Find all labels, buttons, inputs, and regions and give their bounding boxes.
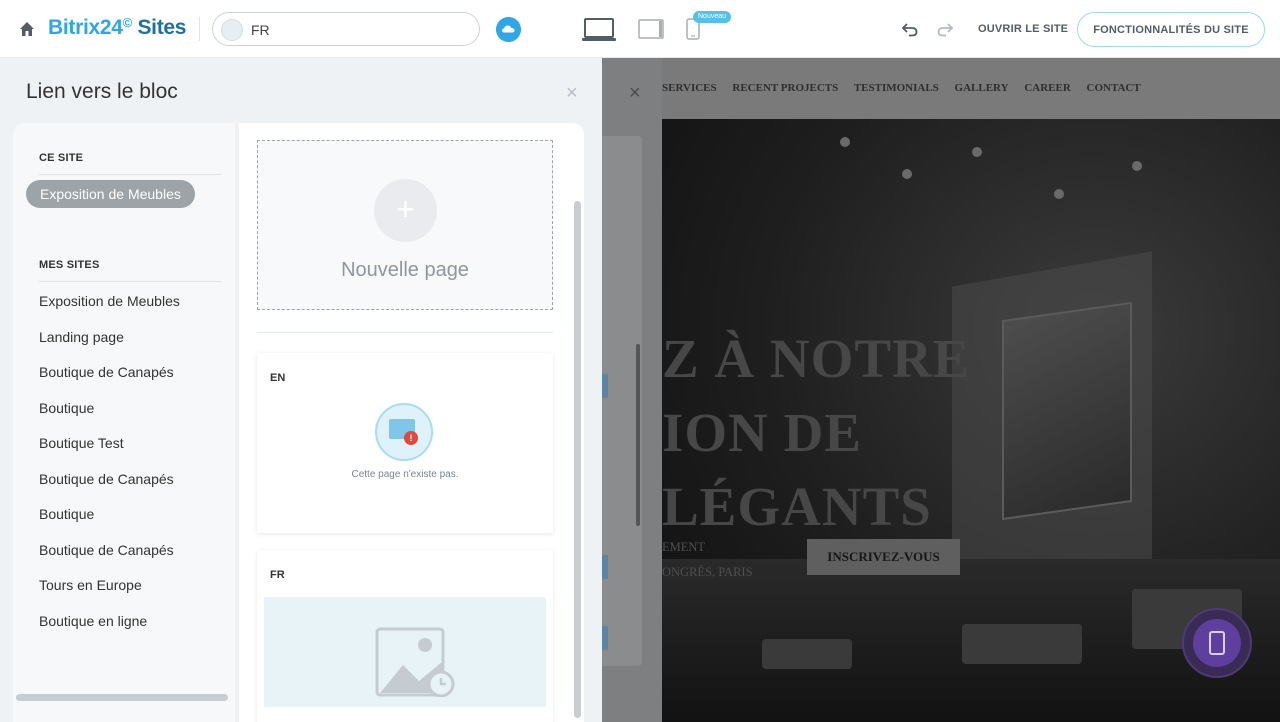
dimmed-scrollbar [636, 344, 640, 526]
ceiling-light [972, 147, 982, 157]
page-code: FR [270, 569, 285, 581]
open-site-link[interactable]: OUVRIR LE SITE [978, 23, 1068, 35]
dimmed-field-marker [602, 555, 608, 579]
hero-title-line: LÉGANTS [662, 476, 932, 537]
site-list-item[interactable]: Boutique de Canapés [39, 471, 174, 487]
mobile-phone-icon [1209, 631, 1225, 655]
site-selector-value: FR [251, 22, 270, 38]
my-sites-heading: MES SITES [39, 259, 100, 271]
warning-icon: ! [404, 431, 418, 445]
site-list-item[interactable]: Boutique de Canapés [39, 542, 174, 558]
nav-testimonials: TESTIMONIALS [853, 82, 939, 94]
sites-sidebar: CE SITE Exposition de Meubles MES SITES … [13, 123, 235, 722]
website-preview: SERVICES RECENT PROJECTS TESTIMONIALS GA… [662, 58, 1280, 722]
site-preview-area: × SERVICES RECENT PROJECTS TESTIMONIALS … [602, 58, 1280, 722]
ceiling-light [1054, 189, 1064, 199]
nav-gallery: GALLERY [954, 82, 1009, 94]
site-nav: SERVICES RECENT PROJECTS TESTIMONIALS GA… [662, 58, 1280, 119]
hero-title-line: Z À NOTRE [662, 328, 971, 389]
pages-list: + Nouvelle page EN ! Cette page n'existe… [239, 123, 584, 722]
ceiling-light [1132, 161, 1142, 171]
mobile-preview-button[interactable] [1182, 608, 1252, 678]
laptop-icon[interactable] [582, 18, 616, 42]
dimmed-close-icon: × [629, 82, 641, 104]
logo-suffix: Sites [137, 16, 187, 39]
ceiling-light [840, 137, 850, 147]
site-selector[interactable]: FR [212, 12, 480, 46]
cloud-icon[interactable] [496, 17, 521, 42]
nav-services: SERVICES [662, 82, 717, 94]
this-site-heading: CE SITE [39, 152, 84, 164]
undo-icon[interactable] [901, 20, 919, 38]
home-icon[interactable] [18, 20, 36, 38]
redo-icon[interactable] [936, 20, 954, 38]
panel-title: Lien vers le bloc [26, 80, 178, 103]
tablet-icon[interactable] [638, 19, 664, 39]
mobile-preview-inner [1193, 619, 1241, 667]
divider [39, 174, 221, 175]
vertical-scrollbar[interactable] [574, 201, 581, 718]
site-features-button[interactable]: FONCTIONNALITÉS DU SITE [1077, 12, 1265, 47]
nav-recent-projects: RECENT PROJECTS [732, 82, 839, 94]
hero-subtitle: EMENT ONGRÈS, PARIS [662, 535, 753, 585]
site-list-item[interactable]: Boutique [39, 400, 94, 416]
top-bar: Bitrix24© Sites FR Nouveau OUVRIR LE SIT… [0, 0, 1280, 58]
site-list-item[interactable]: Boutique de Canapés [39, 364, 174, 380]
this-site-item[interactable]: Exposition de Meubles [26, 180, 195, 208]
hero-subtitle-line: ONGRÈS, PARIS [662, 565, 753, 579]
nav-contact: CONTACT [1086, 82, 1141, 94]
logo-mark: © [122, 15, 133, 30]
dimmed-field-marker [602, 374, 608, 398]
page-not-found-text: Cette page n'existe pas. [351, 469, 459, 480]
close-icon[interactable]: × [566, 82, 578, 105]
site-list-item[interactable]: Landing page [39, 329, 124, 345]
bitrix24-logo[interactable]: Bitrix24© Sites [48, 15, 187, 40]
page-not-found-icon: ! [375, 403, 433, 461]
horizontal-scrollbar[interactable] [16, 694, 228, 701]
site-list-item[interactable]: Tours en Europe [39, 577, 142, 593]
site-list-item[interactable]: Boutique en ligne [39, 613, 147, 629]
dimmed-field-marker [602, 626, 608, 650]
site-list-item[interactable]: Boutique [39, 506, 94, 522]
new-page-card[interactable]: + Nouvelle page [257, 140, 553, 310]
wall-painting [1002, 301, 1132, 521]
divider [199, 17, 200, 41]
dimmed-editor-panel: × [602, 58, 662, 722]
page-card-fr[interactable]: FR [257, 550, 553, 722]
hero-subtitle-line: EMENT [662, 540, 706, 554]
hero-title: Z À NOTRE ION DE LÉGANTS [662, 322, 971, 544]
new-page-label: Nouvelle page [341, 259, 469, 281]
image-placeholder-icon [375, 627, 455, 697]
plus-icon: + [374, 179, 437, 242]
logo-brand: Bitrix24 [48, 16, 123, 39]
page-code: EN [270, 372, 286, 384]
divider [39, 281, 221, 282]
page-preview [264, 597, 546, 707]
link-to-block-panel: Lien vers le bloc × CE SITE Exposition d… [0, 58, 602, 722]
site-list-item[interactable]: Boutique Test [39, 435, 124, 451]
new-badge: Nouveau [693, 11, 732, 23]
site-nav-items: SERVICES RECENT PROJECTS TESTIMONIALS GA… [662, 82, 1154, 94]
furniture [962, 624, 1082, 664]
site-list-item[interactable]: Exposition de Meubles [39, 293, 180, 309]
signup-button[interactable]: INSCRIVEZ-VOUS [807, 539, 960, 575]
site-thumbnail [221, 19, 243, 41]
divider [257, 332, 553, 333]
furniture [762, 639, 852, 669]
nav-career: CAREER [1024, 82, 1071, 94]
hero-title-line: ION DE [662, 402, 863, 463]
ceiling-light [902, 169, 912, 179]
page-card-en[interactable]: EN ! Cette page n'existe pas. [257, 353, 553, 533]
